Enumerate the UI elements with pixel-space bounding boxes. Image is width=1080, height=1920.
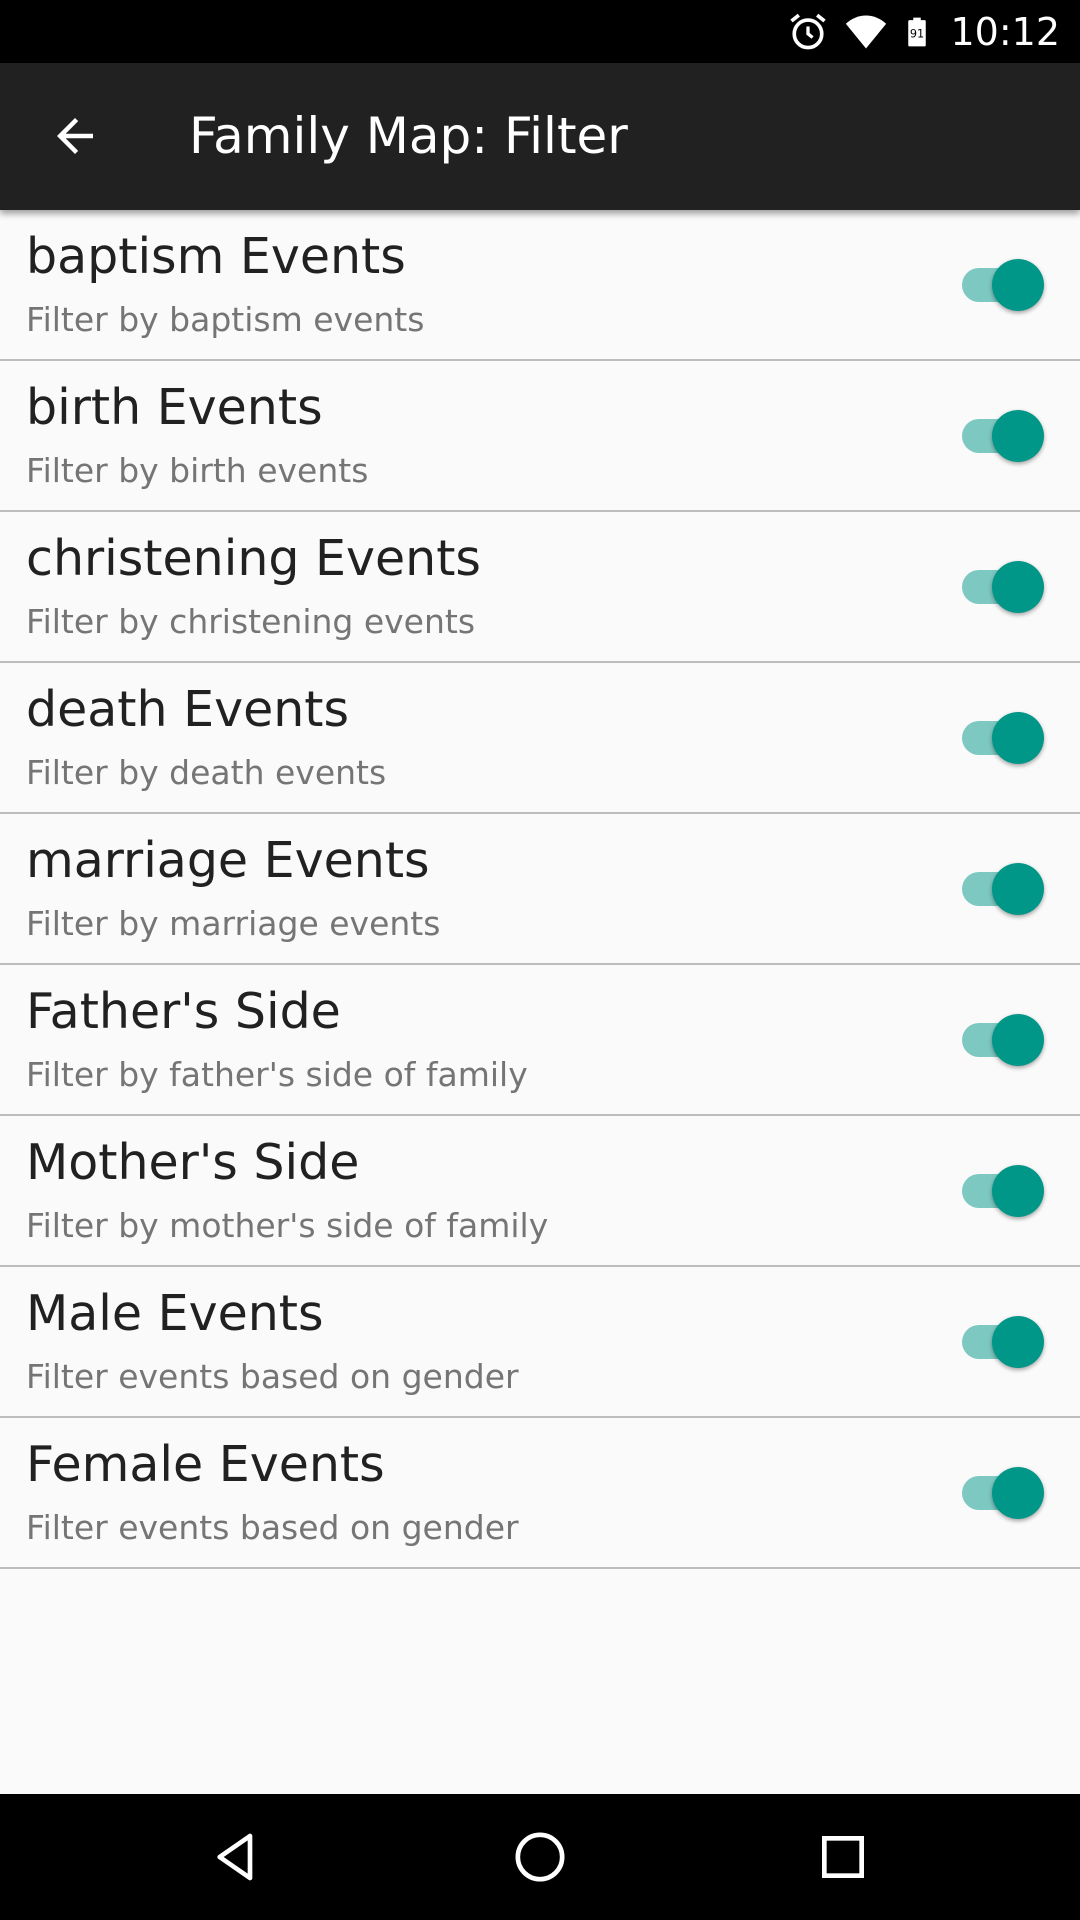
- filter-title: marriage Events: [26, 832, 430, 889]
- status-icons: 91 10:12: [786, 0, 1060, 63]
- filter-subtitle: Filter by baptism events: [26, 300, 425, 339]
- list-item[interactable]: Mother's Side Filter by mother's side of …: [0, 1116, 1080, 1267]
- battery-level: 91: [910, 27, 924, 40]
- filter-subtitle: Filter by birth events: [26, 451, 369, 490]
- filter-toggle-switch[interactable]: [960, 561, 1046, 613]
- filter-title: baptism Events: [26, 228, 406, 285]
- status-time: 10:12: [950, 9, 1060, 54]
- switch-thumb: [992, 561, 1044, 613]
- filter-title: death Events: [26, 681, 350, 738]
- filter-toggle-switch[interactable]: [960, 1014, 1046, 1066]
- switch-thumb: [992, 1467, 1044, 1519]
- switch-thumb: [992, 1014, 1044, 1066]
- nav-back-button[interactable]: [201, 1822, 271, 1892]
- filter-subtitle: Filter by father's side of family: [26, 1055, 528, 1094]
- list-item[interactable]: marriage Events Filter by marriage events: [0, 814, 1080, 965]
- filter-toggle-switch[interactable]: [960, 1316, 1046, 1368]
- switch-thumb: [992, 1165, 1044, 1217]
- back-button[interactable]: [38, 99, 112, 173]
- list-item[interactable]: death Events Filter by death events: [0, 663, 1080, 814]
- filter-title: Father's Side: [26, 983, 341, 1040]
- home-circle-icon: [515, 1832, 565, 1882]
- filter-title: christening Events: [26, 530, 481, 587]
- list-item[interactable]: Father's Side Filter by father's side of …: [0, 965, 1080, 1116]
- wifi-icon: [846, 15, 887, 48]
- filter-toggle-switch[interactable]: [960, 863, 1046, 915]
- recents-square-icon: [822, 1836, 864, 1878]
- filter-subtitle: Filter by death events: [26, 753, 387, 792]
- filter-subtitle: Filter by mother's side of family: [26, 1206, 549, 1245]
- filter-subtitle: Filter events based on gender: [26, 1357, 519, 1396]
- filter-toggle-switch[interactable]: [960, 712, 1046, 764]
- nav-home-button[interactable]: [505, 1822, 575, 1892]
- filter-toggle-switch[interactable]: [960, 1467, 1046, 1519]
- filter-list: baptism Events Filter by baptism events bi…: [0, 210, 1080, 1569]
- filter-title: birth Events: [26, 379, 323, 436]
- list-item[interactable]: Male Events Filter events based on gender: [0, 1267, 1080, 1418]
- filter-title: Mother's Side: [26, 1134, 360, 1191]
- filter-toggle-switch[interactable]: [960, 259, 1046, 311]
- list-item[interactable]: baptism Events Filter by baptism events: [0, 210, 1080, 361]
- filter-subtitle: Filter by marriage events: [26, 904, 441, 943]
- switch-thumb: [992, 712, 1044, 764]
- filter-title: Female Events: [26, 1436, 385, 1493]
- filter-subtitle: Filter by christening events: [26, 602, 476, 641]
- page-title: Family Map: Filter: [189, 107, 628, 165]
- navigation-bar: [0, 1794, 1080, 1920]
- switch-thumb: [992, 863, 1044, 915]
- switch-thumb: [992, 259, 1044, 311]
- switch-thumb: [992, 1316, 1044, 1368]
- list-item[interactable]: christening Events Filter by christening …: [0, 512, 1080, 663]
- switch-thumb: [992, 410, 1044, 462]
- back-triangle-icon: [217, 1833, 253, 1881]
- app-bar: Family Map: Filter: [0, 63, 1080, 210]
- filter-toggle-switch[interactable]: [960, 410, 1046, 462]
- filter-subtitle: Filter events based on gender: [26, 1508, 519, 1547]
- filter-toggle-switch[interactable]: [960, 1165, 1046, 1217]
- filter-title: Male Events: [26, 1285, 324, 1342]
- alarm-icon: [790, 13, 827, 49]
- list-item[interactable]: Female Events Filter events based on gend…: [0, 1418, 1080, 1569]
- battery-icon: 91: [908, 17, 927, 46]
- list-item[interactable]: birth Events Filter by birth events: [0, 361, 1080, 512]
- arrow-back-icon: [57, 118, 93, 154]
- nav-recents-button[interactable]: [808, 1822, 878, 1892]
- status-bar: 91 10:12: [0, 0, 1080, 63]
